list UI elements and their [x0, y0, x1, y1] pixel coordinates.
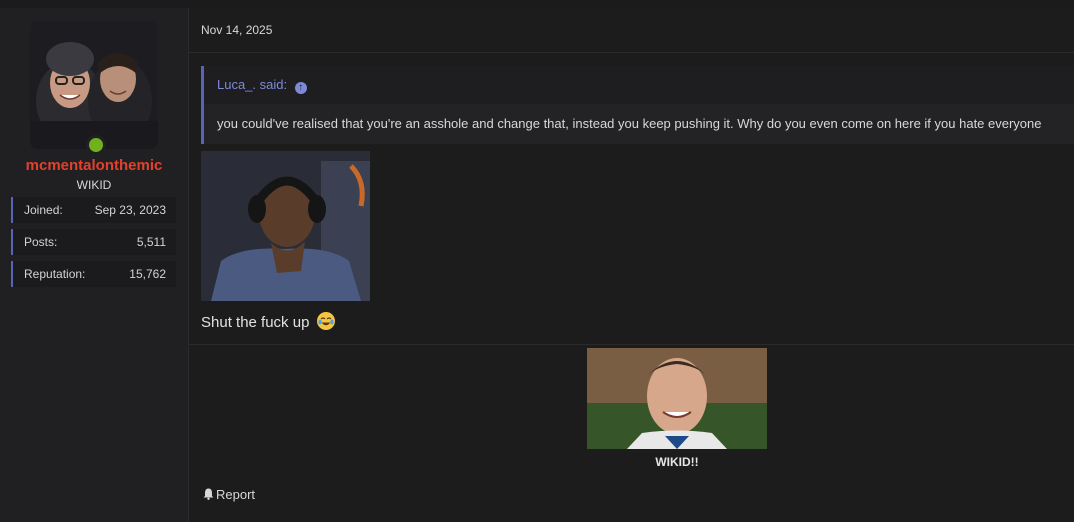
user-title: WIKID	[76, 178, 112, 192]
stat-reputation: Reputation: 15,762	[11, 261, 176, 287]
signature-photo	[587, 348, 767, 449]
avatar-container[interactable]	[30, 21, 158, 155]
bell-icon	[203, 488, 214, 503]
reply-text: Shut the fuck up	[201, 314, 310, 331]
post-date-link[interactable]: Nov 14, 2025	[201, 23, 272, 37]
stat-joined: Joined: Sep 23, 2023	[11, 197, 176, 223]
quote-text: you could've realised that you're an ass…	[217, 116, 1042, 131]
post-header-divider	[189, 52, 1074, 53]
stat-label: Posts:	[24, 235, 58, 249]
stat-posts: Posts: 5,511	[11, 229, 176, 255]
avatar[interactable]	[30, 21, 158, 149]
reaction-gif-image	[201, 151, 370, 301]
signature-caption: WIKID!!	[655, 455, 699, 469]
stat-label: Reputation:	[24, 267, 86, 281]
signature-divider	[189, 344, 1074, 345]
report-button[interactable]: Report	[203, 487, 255, 503]
post-main: Nov 14, 2025 Luca_. said: ↑ you could've…	[189, 8, 1074, 522]
post-reply-text: Shut the fuck up	[201, 312, 335, 331]
reaction-gif[interactable]	[201, 151, 370, 301]
bell-svg	[203, 488, 214, 500]
stat-value: Sep 23, 2023	[94, 203, 166, 217]
stat-label: Joined:	[24, 203, 63, 217]
crying-laughing-emoji-icon	[316, 312, 335, 330]
stat-value: 15,762	[129, 267, 166, 281]
quote-block: Luca_. said: ↑ you could've realised tha…	[201, 66, 1074, 144]
emoji-face	[317, 312, 335, 330]
stat-value[interactable]: 5,511	[137, 235, 166, 249]
online-status-indicator	[86, 135, 106, 155]
username-link[interactable]: mcmentalonthemic	[0, 157, 188, 174]
post-author-sidebar: mcmentalonthemic WIKID Joined: Sep 23, 2…	[0, 8, 189, 522]
quote-author-said[interactable]: Luca_. said:	[217, 77, 287, 92]
signature-image[interactable]	[587, 348, 767, 449]
avatar-photo	[30, 21, 158, 149]
arrow-up-circle-icon[interactable]: ↑	[294, 82, 307, 94]
quote-header[interactable]: Luca_. said: ↑	[217, 77, 307, 94]
report-label[interactable]: Report	[216, 487, 255, 502]
